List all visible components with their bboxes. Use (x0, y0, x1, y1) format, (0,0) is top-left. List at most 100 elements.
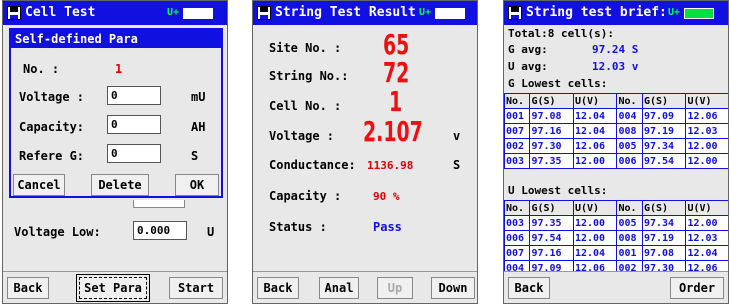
table-cell: 97.34 (641, 138, 687, 154)
bottom-bar: Back Set Para Start (3, 271, 227, 303)
capacity-label: Capacity : (269, 189, 342, 203)
column-header: No. (504, 200, 531, 216)
voltage-low-input[interactable]: 0.000 (133, 221, 187, 240)
battery-label: U+ (419, 7, 432, 18)
table-row: 007 97.16 12.04 001 97.08 12.04 (504, 245, 728, 261)
capacity-unit: AH (191, 120, 206, 134)
string-value: 72 (383, 56, 410, 89)
table-cell: 12.04 (572, 108, 618, 124)
cancel-button[interactable]: Cancel (13, 174, 65, 196)
down-button[interactable]: Down (431, 277, 475, 299)
cell-value: 1 (389, 85, 403, 118)
column-header: U(V) (572, 200, 618, 216)
delete-button[interactable]: Delete (91, 174, 149, 196)
refere-g-unit: S (191, 149, 199, 163)
u-lowest-label: U Lowest cells: (508, 184, 608, 197)
table-cell: 007 (504, 123, 531, 139)
voltage-label: Voltage : (19, 90, 85, 104)
table-cell: 97.19 (641, 230, 687, 246)
back-button[interactable]: Back (7, 277, 49, 299)
table-cell: 12.00 (685, 138, 728, 154)
table-cell: 001 (504, 108, 531, 124)
start-button[interactable]: Start (169, 277, 223, 299)
table-cell: 003 (504, 153, 531, 169)
g-avg-label: G avg: (508, 43, 548, 56)
column-header: No. (616, 200, 643, 216)
battery-label: U+ (167, 7, 180, 18)
table-cell: 97.54 (641, 153, 687, 169)
bottom-bar: Back Order (504, 271, 728, 303)
table-cell: 002 (504, 138, 531, 154)
ok-button[interactable]: OK (175, 174, 219, 196)
refere-g-input[interactable]: 0 (107, 144, 161, 163)
column-header: G(S) (529, 93, 574, 109)
hidden-field-edge (133, 200, 185, 208)
table-cell: 12.00 (572, 230, 618, 246)
table-cell: 12.03 (685, 123, 728, 139)
total-cells: Total:8 cell(s): (508, 27, 614, 40)
site-label: Site No. : (269, 41, 342, 55)
column-header: U(V) (685, 200, 728, 216)
table-cell: 001 (616, 245, 643, 261)
table-cell: 12.03 (685, 230, 728, 246)
site-value: 65 (383, 28, 410, 61)
table-cell: 12.00 (572, 215, 618, 231)
table-cell: 12.00 (572, 153, 618, 169)
string-label: String No.: (269, 69, 349, 83)
table-cell: 12.00 (685, 215, 728, 231)
cell-label: Cell No. : (269, 99, 342, 113)
voltage-low-label: Voltage Low: (14, 225, 101, 239)
string-test-result-screen: String Test Result U+ Site No. : 65 Stri… (252, 0, 478, 304)
title-bar: String Test Result U+ (253, 1, 477, 25)
set-para-button[interactable]: Set Para (76, 274, 150, 302)
conductance-unit: S (453, 158, 461, 172)
anal-button[interactable]: Anal (319, 277, 359, 299)
voltage-input[interactable]: 0 (107, 86, 161, 105)
table-row: 006 97.54 12.00 008 97.19 12.03 (504, 230, 728, 246)
floppy-disk-icon (7, 6, 21, 20)
table-header-row: No. G(S) U(V) No. G(S) U(V) (504, 200, 728, 216)
battery-label: U+ (668, 7, 681, 18)
no-value: 1 (115, 62, 123, 76)
cell-test-screen: Cell Test U+ Self-defined Para No. : 1 V… (2, 0, 228, 304)
table-cell: 12.04 (685, 245, 728, 261)
table-cell: 97.35 (529, 153, 574, 169)
table-cell: 007 (504, 245, 531, 261)
status-value: Pass (373, 220, 402, 234)
g-avg-value: 97.24 S (592, 43, 639, 56)
back-button[interactable]: Back (508, 277, 550, 299)
table-row: 003 97.35 12.00 006 97.54 12.00 (504, 153, 728, 169)
table-cell: 003 (504, 215, 531, 231)
table-cell: 008 (616, 230, 643, 246)
table-cell: 006 (616, 153, 643, 169)
battery-icon (684, 8, 714, 19)
screen-title: Cell Test (25, 5, 96, 20)
table-cell: 004 (616, 108, 643, 124)
table-row: 003 97.35 12.00 005 97.34 12.00 (504, 215, 728, 231)
u-lowest-table: No. G(S) U(V) No. G(S) U(V) 003 97.35 12.00 005 97… (504, 200, 728, 276)
column-header: G(S) (641, 200, 687, 216)
capacity-input[interactable]: 0 (107, 115, 161, 134)
table-cell: 97.08 (641, 245, 687, 261)
back-button[interactable]: Back (257, 277, 299, 299)
order-button[interactable]: Order (670, 277, 724, 299)
bottom-bar: Back Anal Up Down (253, 271, 477, 303)
screen-title: String test brief: (526, 5, 667, 20)
dialog-title: Self-defined Para (11, 30, 221, 48)
table-cell: 12.04 (572, 123, 618, 139)
table-cell: 97.16 (529, 245, 574, 261)
table-cell: 12.00 (685, 153, 728, 169)
title-bar: String test brief: U+ (504, 1, 728, 25)
g-lowest-label: G Lowest cells: (508, 77, 608, 90)
u-avg-label: U avg: (508, 60, 548, 73)
table-cell: 97.08 (529, 108, 574, 124)
voltage-unit: mU (191, 90, 206, 104)
table-cell: 12.06 (685, 108, 728, 124)
g-lowest-table: No. G(S) U(V) No. G(S) U(V) 001 97.08 12.04 004 97… (504, 93, 728, 169)
voltage-label: Voltage : (269, 129, 335, 143)
column-header: No. (616, 93, 643, 109)
table-cell: 005 (616, 138, 643, 154)
floppy-disk-icon (257, 6, 271, 20)
up-button[interactable]: Up (377, 277, 413, 299)
table-cell: 97.35 (529, 215, 574, 231)
